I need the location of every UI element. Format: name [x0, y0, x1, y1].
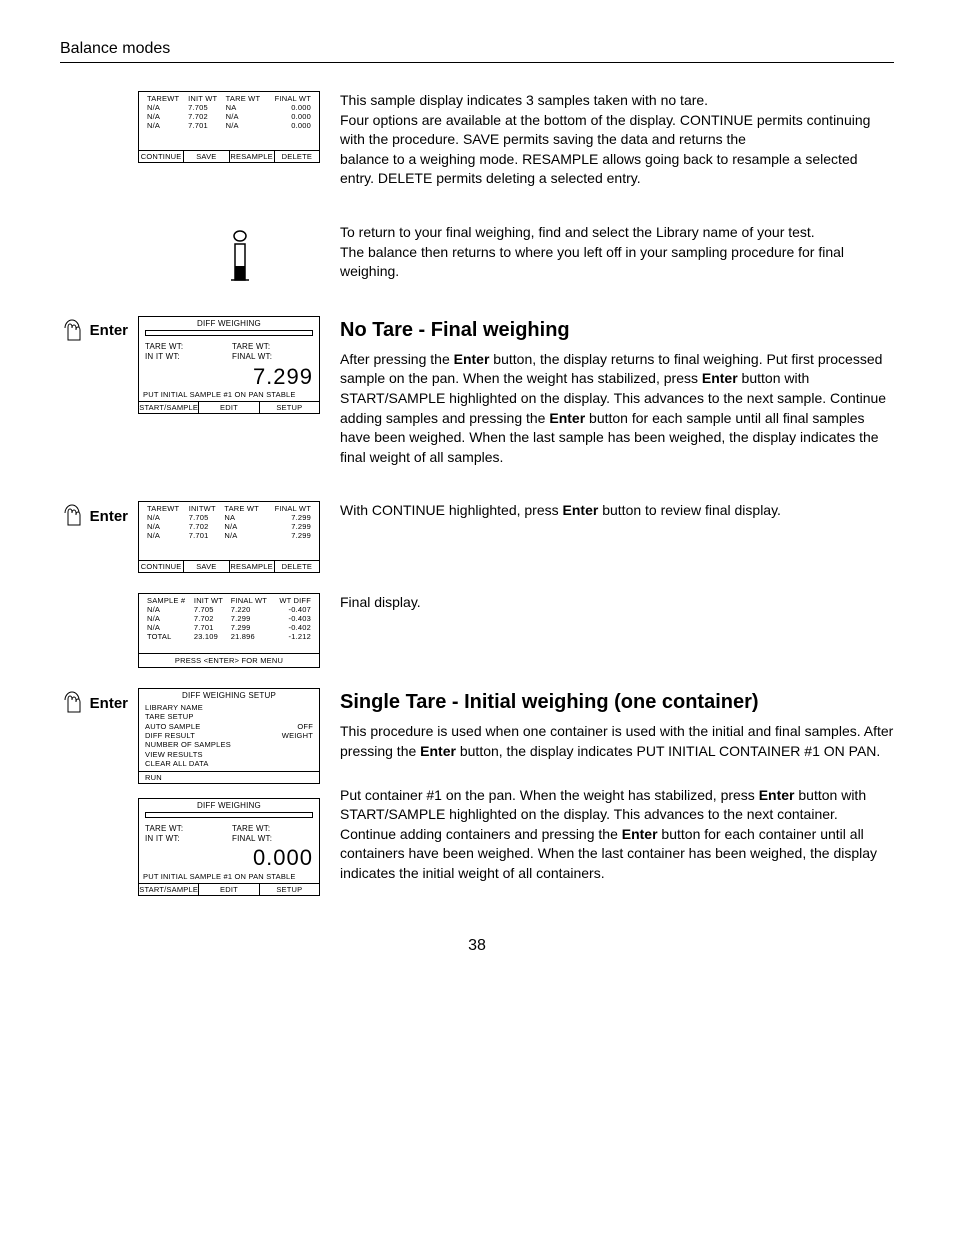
lcd-screen-5: DIFF WEIGHING SETUP LIBRARY NAME TARE SE… [138, 688, 320, 783]
hand-icon [60, 688, 86, 718]
paragraph: To return to your final weighing, find a… [340, 223, 894, 282]
lcd-screen-4: SAMPLE # INIT WT FINAL WT WT DIFF N/A7.7… [138, 593, 320, 668]
lcd-screen-3: TAREWT INITWT TARE WT FINAL WT N/A7.705N… [138, 501, 320, 573]
paragraph: After pressing the Enter button, the dis… [340, 350, 894, 468]
paragraph: This sample display indicates 3 samples … [340, 91, 894, 189]
press-enter-icon: Enter [60, 316, 128, 346]
paragraph: Final display. [340, 593, 894, 613]
page-number: 38 [60, 937, 894, 955]
paragraph: With CONTINUE highlighted, press Enter b… [340, 501, 894, 521]
heading-single-tare: Single Tare - Initial weighing (one cont… [340, 688, 894, 716]
paragraph: This procedure is used when one containe… [340, 722, 894, 761]
lcd-screen-1: TAREWT INIT WT TARE WT FINAL WT N/A7.705… [138, 91, 320, 163]
lcd-screen-6: DIFF WEIGHING TARE WT: IN IT WT: TARE WT… [138, 798, 320, 896]
press-enter-icon: Enter [60, 501, 128, 531]
paragraph: Put container #1 on the pan. When the we… [340, 786, 894, 884]
hand-icon [60, 316, 86, 346]
header-rule [60, 62, 894, 63]
hand-icon [60, 501, 86, 531]
lcd-screen-2: DIFF WEIGHING TARE WT: IN IT WT: TARE WT… [138, 316, 320, 414]
page-header: Balance modes [60, 40, 894, 58]
press-enter-icon: Enter [60, 688, 128, 718]
heading-no-tare: No Tare - Final weighing [340, 316, 894, 344]
sample-bottle-icon [210, 223, 270, 293]
